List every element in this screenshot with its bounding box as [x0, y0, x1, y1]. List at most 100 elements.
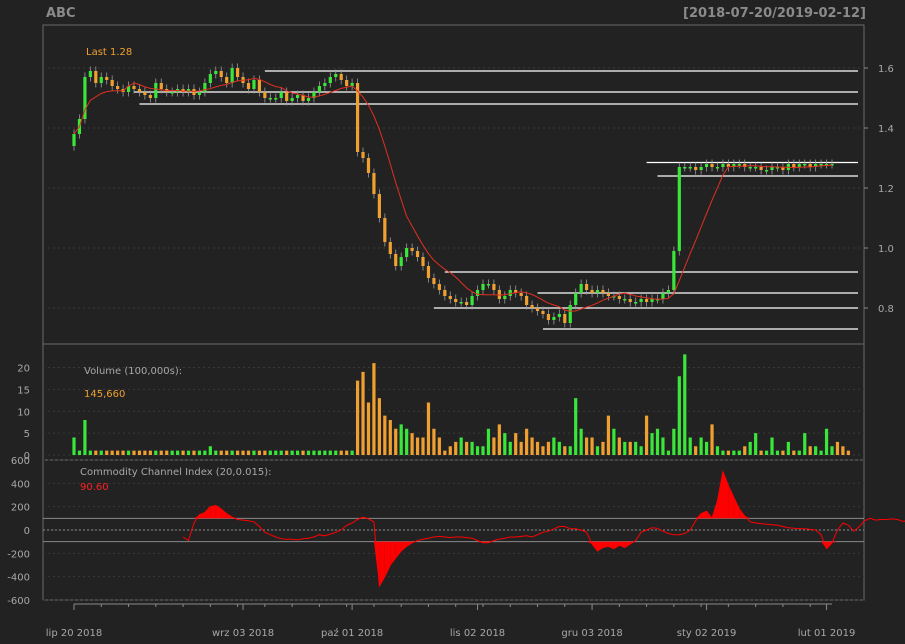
volume-bar [328, 450, 332, 455]
volume-bar [110, 450, 114, 455]
candle [764, 170, 769, 172]
volume-bar [743, 446, 747, 455]
volume-bar [650, 433, 654, 455]
candle [519, 293, 523, 296]
candle [557, 314, 561, 317]
candle [285, 92, 289, 101]
volume-bar [797, 450, 801, 455]
candle [214, 71, 218, 74]
volume-bar [814, 446, 818, 455]
candle [677, 167, 681, 251]
volume-bar [661, 437, 665, 455]
volume-bar [437, 437, 441, 455]
volume-bar [274, 450, 278, 455]
candle [263, 92, 267, 98]
volume-bar [644, 415, 649, 455]
candle [383, 218, 387, 242]
volume-bar [219, 450, 223, 455]
candle [405, 248, 409, 257]
volume-bar [241, 450, 245, 455]
volume-bar [285, 450, 289, 455]
candle [530, 305, 534, 308]
candle [748, 167, 752, 169]
volume-bar [443, 450, 447, 455]
volume-bar [552, 437, 556, 455]
volume-bar [486, 428, 491, 455]
x-tick-label: lut 01 2019 [798, 628, 856, 639]
candle [399, 257, 403, 266]
candle [497, 290, 501, 299]
sma-line [73, 77, 833, 312]
volume-bar [268, 450, 272, 455]
volume-bar [808, 446, 812, 455]
volume-bar [535, 441, 540, 455]
volume-bar [383, 415, 387, 455]
candle [710, 164, 714, 167]
candle [448, 296, 452, 299]
volume-bar [710, 424, 714, 455]
candle [290, 98, 294, 101]
candle [770, 167, 774, 170]
cci-tick-label: 400 [11, 479, 30, 490]
candle [279, 92, 283, 98]
volume-bar [257, 450, 262, 455]
candle [595, 290, 600, 293]
volume-bar [830, 446, 834, 455]
volume-bar [623, 441, 627, 455]
volume-bar [377, 398, 381, 455]
candle [683, 167, 687, 169]
volume-bar [568, 446, 572, 455]
volume-bar [666, 450, 671, 455]
volume-bar [361, 371, 365, 455]
candle [552, 317, 556, 320]
price-tick-label: 1.2 [878, 184, 894, 195]
candle [197, 92, 202, 95]
candle [372, 173, 376, 194]
candle [568, 305, 572, 323]
volume-bar [170, 450, 174, 455]
volume-bar [530, 437, 534, 455]
candle [421, 257, 425, 266]
candle [715, 167, 720, 169]
volume-bar [148, 450, 152, 455]
candle [470, 296, 474, 305]
volume-bar [355, 380, 360, 455]
volume-bar [781, 450, 785, 455]
volume-bar [137, 450, 142, 455]
candle [623, 299, 627, 301]
candle [203, 83, 207, 92]
volume-bar [525, 428, 529, 455]
volume-bar [263, 450, 267, 455]
volume-bar [410, 433, 414, 455]
volume-bar [208, 446, 212, 455]
candle [525, 296, 529, 305]
candle [803, 164, 807, 166]
volume-bar [754, 433, 758, 455]
volume-bar [334, 450, 338, 455]
volume-bar [628, 441, 632, 455]
candle [590, 290, 594, 293]
cci-tick-label: -200 [7, 549, 30, 560]
volume-bar [475, 446, 480, 455]
candle [268, 98, 272, 100]
cci-tick-label: 200 [11, 503, 30, 514]
candle [116, 86, 120, 89]
candle [328, 77, 332, 83]
volume-bar [165, 450, 169, 455]
candle [159, 83, 163, 89]
price-tick-label: 1.0 [878, 244, 894, 255]
candle [721, 164, 725, 167]
volume-bar [154, 450, 158, 455]
volume-bar [77, 450, 82, 455]
candle [388, 242, 392, 254]
chart-canvas: 0.8 1.0 1.2 1.4 1.6 Last 1.28 0 5 10 15 20 Volume (… [7, 24, 905, 639]
candle [492, 284, 496, 290]
volume-bar [764, 450, 769, 455]
volume-bar [579, 428, 583, 455]
candle [563, 314, 567, 323]
candle [574, 293, 578, 305]
candle [415, 251, 420, 257]
volume-bar [519, 441, 523, 455]
candle [535, 308, 540, 311]
candle [754, 167, 758, 169]
